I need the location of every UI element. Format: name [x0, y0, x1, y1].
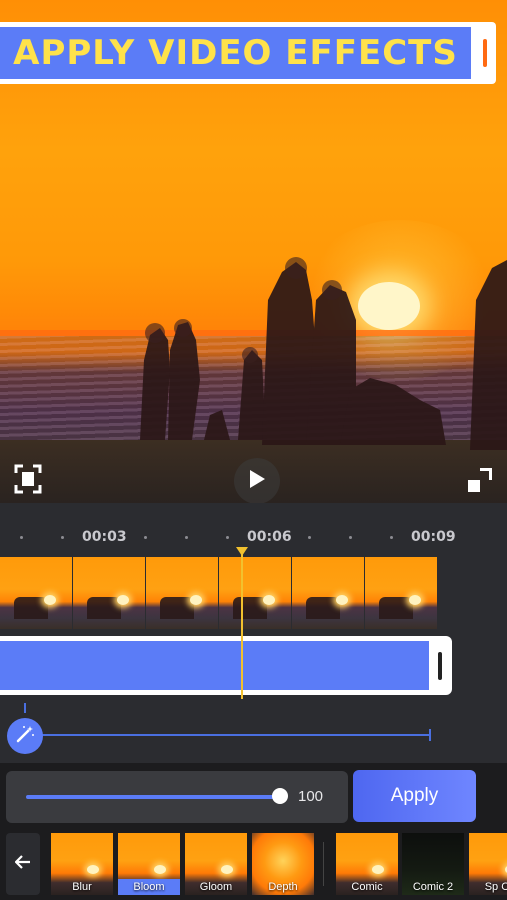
magic-wand-icon — [15, 724, 35, 749]
effect-label: Blur — [72, 881, 92, 893]
effect-label: Bloom — [118, 879, 180, 895]
effects-strip[interactable]: Blur Bloom Gloom Depth Comic Comic 2 Sp … — [0, 828, 507, 900]
filmstrip-frame — [73, 557, 146, 629]
video-preview[interactable]: APPLY VIDEO EFFECTS — [0, 0, 507, 503]
timeline-tick — [390, 536, 393, 539]
timeline-tick — [226, 536, 229, 539]
effect-sp-comic[interactable]: Sp Co — [469, 833, 507, 895]
effect-depth[interactable]: Depth — [252, 833, 314, 895]
title-banner[interactable]: APPLY VIDEO EFFECTS — [0, 22, 496, 84]
intensity-slider[interactable] — [26, 795, 280, 799]
effect-trim-handle[interactable] — [438, 652, 442, 680]
effect-bloom[interactable]: Bloom — [118, 833, 180, 895]
effect-range-line — [40, 734, 430, 736]
filmstrip-frame — [146, 557, 219, 629]
filmstrip-frame — [365, 557, 438, 629]
banner-title: APPLY VIDEO EFFECTS — [13, 33, 458, 73]
banner-trim-handle[interactable] — [483, 39, 487, 67]
timeline-tick — [349, 536, 352, 539]
filmstrip-frame — [219, 557, 292, 629]
arrow-left-icon — [14, 854, 31, 874]
effect-start-tick — [24, 703, 26, 713]
effect-label: Comic 2 — [412, 881, 454, 893]
effect-track-fill — [0, 641, 429, 690]
effect-label: Comic — [351, 881, 383, 893]
play-button[interactable] — [234, 458, 280, 503]
video-filmstrip[interactable] — [0, 557, 438, 629]
time-mark: 00:09 — [411, 529, 456, 545]
timeline-panel[interactable]: 00:03 00:06 00:09 — [0, 503, 507, 763]
effect-gloom[interactable]: Gloom — [185, 833, 247, 895]
fit-screen-icon[interactable] — [14, 464, 42, 494]
timeline-tick — [61, 536, 64, 539]
time-mark: 00:03 — [82, 529, 127, 545]
effect-label: Gloom — [199, 881, 233, 893]
intensity-slider-thumb[interactable] — [272, 788, 288, 804]
intensity-value: 100 — [298, 788, 324, 805]
fullscreen-icon[interactable] — [466, 466, 494, 494]
intensity-panel: 100 — [6, 771, 348, 823]
timeline-tick — [308, 536, 311, 539]
filmstrip-frame — [0, 557, 73, 629]
magic-wand-button[interactable] — [7, 718, 43, 754]
effect-label: Sp Co — [484, 881, 507, 893]
apply-button[interactable]: Apply — [353, 770, 476, 822]
effect-track[interactable] — [0, 636, 452, 695]
strip-divider — [323, 842, 324, 886]
title-banner-fill: APPLY VIDEO EFFECTS — [0, 27, 471, 79]
effect-range-end — [429, 729, 431, 741]
effect-comic-2[interactable]: Comic 2 — [402, 833, 464, 895]
timeline-tick — [185, 536, 188, 539]
play-icon — [248, 469, 266, 494]
back-button[interactable] — [6, 833, 40, 895]
time-mark: 00:06 — [247, 529, 292, 545]
effect-label: Depth — [268, 881, 298, 893]
playhead[interactable] — [241, 553, 243, 699]
effect-comic[interactable]: Comic — [336, 833, 398, 895]
timeline-tick — [20, 536, 23, 539]
timeline-tick — [144, 536, 147, 539]
effect-blur[interactable]: Blur — [51, 833, 113, 895]
filmstrip-frame — [292, 557, 365, 629]
